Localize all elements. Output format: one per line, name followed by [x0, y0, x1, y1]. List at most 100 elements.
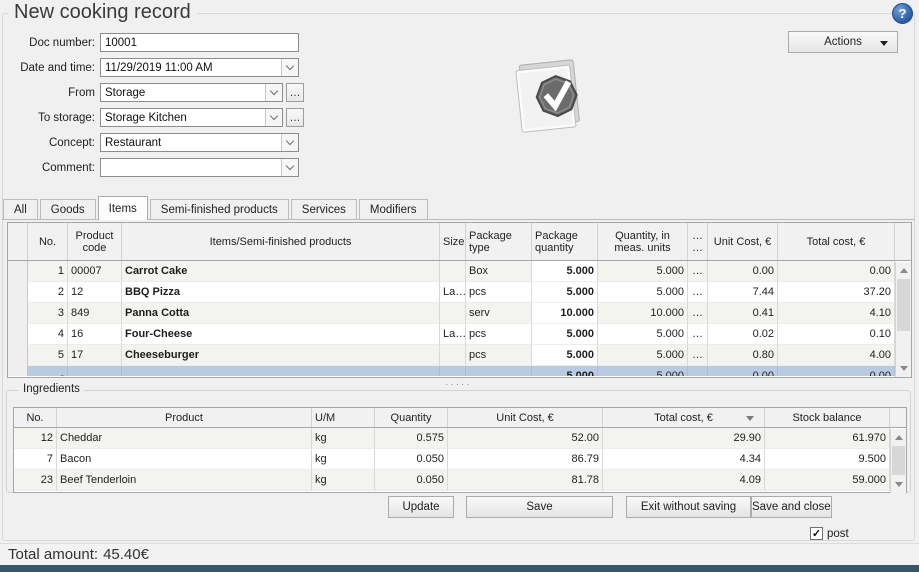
to-storage-dropdown-icon[interactable] [265, 109, 282, 126]
col-product-code[interactable]: Product code [68, 223, 122, 260]
col-quantity[interactable]: Quantity [375, 408, 448, 427]
item-row[interactable]: 3 849 Panna Cotta serv 10.000 10.000 … 0… [8, 303, 911, 324]
date-time-label: Date and time: [3, 62, 95, 74]
sort-desc-icon[interactable] [746, 416, 754, 421]
scroll-thumb[interactable] [897, 279, 910, 331]
page-title: New cooking record [8, 1, 197, 24]
pane-splitter[interactable]: ····· [2, 378, 915, 390]
ingredient-row[interactable]: 7 Bacon kg 0.050 86.79 4.34 9.500 [14, 449, 906, 470]
cell-quantity: 5.000 [598, 366, 688, 376]
cell-no: 3 [28, 303, 68, 324]
ingredients-scrollbar[interactable] [890, 429, 906, 493]
help-icon[interactable]: ? [892, 3, 913, 24]
cell-product-code: 17 [68, 345, 122, 366]
cell-product-code: 00007 [68, 261, 122, 282]
post-checkbox[interactable]: post [810, 526, 849, 541]
item-row[interactable]: 5 17 Cheeseburger pcs 5.000 5.000 … 0.80… [8, 345, 911, 366]
cell-total-cost: 37.20 [778, 282, 895, 303]
from-input[interactable] [100, 83, 283, 102]
col-total-cost[interactable]: Total cost, € [778, 223, 895, 260]
col-package-quantity[interactable]: Package quantity [532, 223, 598, 260]
cell-total-cost: 0.10 [778, 324, 895, 345]
action-button[interactable]: Save [466, 496, 613, 518]
comment-input[interactable] [100, 158, 299, 177]
ingredient-row[interactable]: 23 Beef Tenderloin kg 0.050 81.78 4.09 5… [14, 470, 906, 491]
cell-more-button[interactable]: … [688, 303, 708, 324]
col-more[interactable]: … … [688, 223, 708, 260]
cell-stock-balance: 59.000 [765, 470, 890, 491]
scroll-up-icon[interactable] [896, 263, 911, 278]
date-time-input[interactable] [100, 58, 299, 77]
cell-no: 12 [14, 428, 57, 449]
concept-label: Concept: [3, 137, 95, 149]
cell-um: kg [312, 449, 375, 470]
row-indicator [8, 282, 28, 303]
action-button[interactable]: Update [388, 496, 454, 518]
tab[interactable]: Modifiers [359, 199, 428, 220]
col-package-type[interactable]: Package type [466, 223, 532, 260]
tab[interactable]: Items [98, 196, 148, 220]
date-time-dropdown-icon[interactable] [281, 59, 298, 76]
cell-more-button[interactable]: … [688, 261, 708, 282]
col-stock-balance[interactable]: Stock balance [765, 408, 890, 427]
item-row-selected-clipped[interactable]: - 5.000 5.000 0.00 0.00 [8, 366, 911, 376]
col-unit-cost[interactable]: Unit Cost, € [448, 408, 603, 427]
cell-size [440, 303, 466, 324]
concept-dropdown-icon[interactable] [281, 134, 298, 151]
col-no[interactable]: No. [28, 223, 68, 260]
cell-unit-cost: 0.41 [708, 303, 778, 324]
doc-number-input[interactable] [100, 33, 299, 52]
cell-package-quantity[interactable]: 10.000 [532, 303, 598, 324]
row-indicator [8, 324, 28, 345]
col-unit-cost[interactable]: Unit Cost, € [708, 223, 778, 260]
items-table: No. Product code Items/Semi-finished pro… [7, 222, 912, 378]
item-row[interactable]: 2 12 BBQ Pizza La… pcs 5.000 5.000 … 7.4… [8, 282, 911, 303]
item-row[interactable]: 1 00007 Carrot Cake Box 5.000 5.000 … 0.… [8, 261, 911, 282]
checkbox-checked-icon[interactable] [810, 527, 823, 540]
category-tabs: AllGoodsItemsSemi-finished productsServi… [3, 196, 430, 220]
cell-more-button [688, 366, 708, 376]
action-button[interactable]: Save and close [751, 496, 832, 518]
col-size[interactable]: Size [440, 223, 466, 260]
cell-package-quantity[interactable]: 5.000 [532, 324, 598, 345]
col-no[interactable]: No. [14, 408, 57, 427]
col-product[interactable]: Product [57, 408, 312, 427]
tab[interactable]: Services [291, 199, 357, 220]
cell-item-name: Four-Cheese [122, 324, 440, 345]
cell-more-button[interactable]: … [688, 324, 708, 345]
cell-no: - [28, 366, 68, 376]
to-storage-input[interactable] [100, 108, 283, 127]
from-browse-button[interactable]: … [286, 83, 304, 102]
cell-more-button[interactable]: … [688, 345, 708, 366]
to-storage-browse-button[interactable]: … [286, 108, 304, 127]
scroll-up-icon[interactable] [891, 430, 906, 445]
tab[interactable]: All [3, 199, 38, 220]
comment-dropdown-icon[interactable] [281, 159, 298, 176]
col-total-cost-label: Total cost, € [654, 412, 713, 424]
items-scrollbar[interactable] [895, 262, 911, 377]
col-um[interactable]: U/M [312, 408, 375, 427]
cell-package-quantity[interactable]: 5.000 [532, 282, 598, 303]
scroll-down-icon[interactable] [896, 361, 911, 376]
ingredient-row[interactable]: 12 Cheddar kg 0.575 52.00 29.90 61.970 [14, 428, 906, 449]
scroll-thumb[interactable] [892, 446, 905, 475]
from-dropdown-icon[interactable] [265, 84, 282, 101]
col-quantity-meas[interactable]: Quantity, in meas. units [598, 223, 688, 260]
cell-package-quantity[interactable]: 5.000 [532, 261, 598, 282]
item-row[interactable]: 4 16 Four-Cheese La… pcs 5.000 5.000 … 0… [8, 324, 911, 345]
scroll-down-icon[interactable] [891, 477, 906, 492]
col-items-name[interactable]: Items/Semi-finished products [122, 223, 440, 260]
tab[interactable]: Goods [40, 199, 96, 220]
row-indicator [8, 345, 28, 366]
actions-button[interactable]: Actions [788, 31, 898, 53]
action-button[interactable]: Exit without saving [626, 496, 751, 518]
cell-more-button[interactable]: … [688, 282, 708, 303]
cell-product: Bacon [57, 449, 312, 470]
concept-input[interactable] [100, 133, 299, 152]
items-table-header: No. Product code Items/Semi-finished pro… [8, 223, 911, 261]
col-total-cost[interactable]: Total cost, € [603, 408, 765, 427]
cell-package-quantity[interactable]: 5.000 [532, 345, 598, 366]
cell-unit-cost: 0.00 [708, 366, 778, 376]
cell-unit-cost: 52.00 [448, 428, 603, 449]
tab[interactable]: Semi-finished products [150, 199, 289, 220]
